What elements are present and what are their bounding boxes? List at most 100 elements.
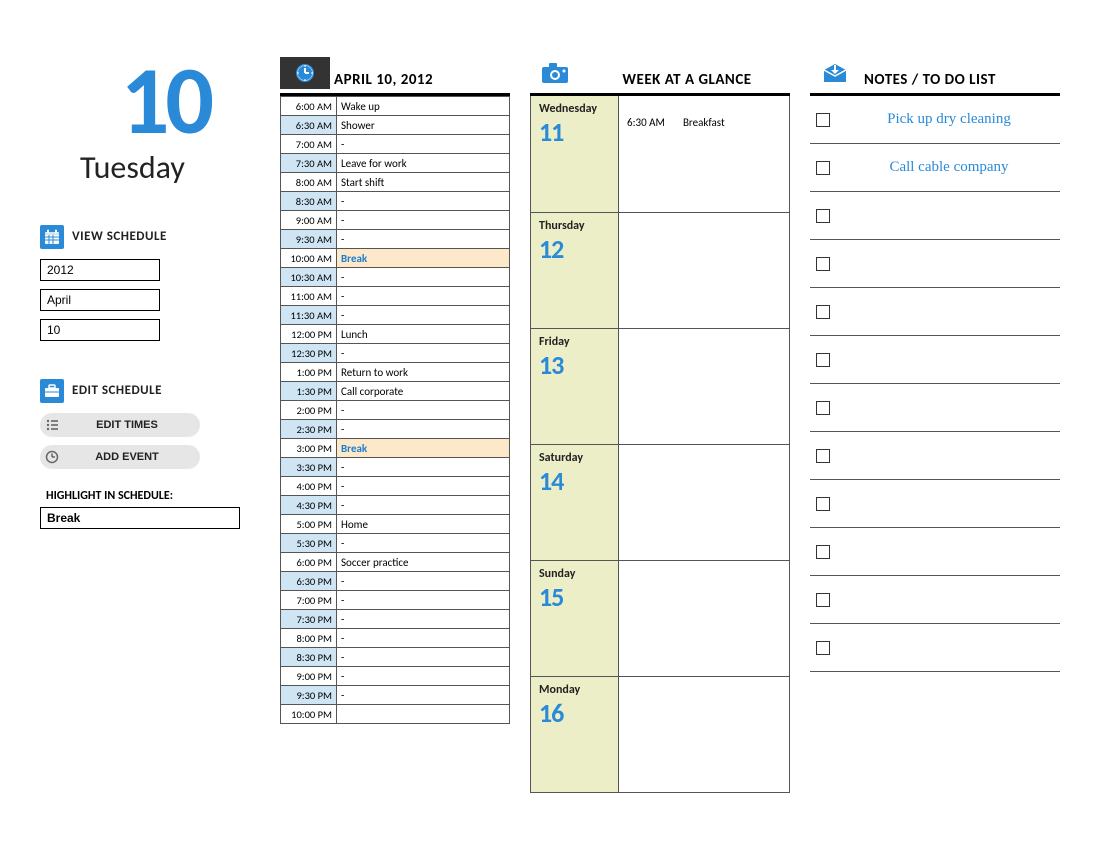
week-day-name: Monday — [539, 683, 610, 697]
week-row: Friday13 — [531, 328, 789, 444]
schedule-time: 5:30 PM — [281, 534, 337, 553]
week-event-cell[interactable] — [619, 677, 789, 792]
month-input[interactable] — [40, 289, 160, 311]
schedule-row: 4:00 PM- — [281, 477, 510, 496]
week-row: Monday16 — [531, 676, 789, 792]
add-event-button[interactable]: ADD EVENT — [40, 445, 200, 469]
schedule-event[interactable]: - — [337, 686, 510, 705]
note-text[interactable]: Pick up dry cleaning — [844, 111, 1054, 128]
schedule-event[interactable]: Soccer practice — [337, 553, 510, 572]
schedule-row: 8:30 AM- — [281, 192, 510, 211]
schedule-event[interactable]: - — [337, 135, 510, 154]
week-day-number: 14 — [539, 465, 610, 497]
schedule-row: 6:30 PM- — [281, 572, 510, 591]
edit-schedule-label: EDIT SCHEDULE — [72, 383, 162, 398]
note-checkbox[interactable] — [816, 401, 830, 415]
schedule-row: 7:30 AMLeave for work — [281, 154, 510, 173]
note-checkbox[interactable] — [816, 209, 830, 223]
schedule-row: 8:30 PM- — [281, 648, 510, 667]
schedule-row: 1:30 PMCall corporate — [281, 382, 510, 401]
schedule-event[interactable]: - — [337, 534, 510, 553]
week-day-name: Wednesday — [539, 102, 610, 116]
schedule-event[interactable]: - — [337, 306, 510, 325]
week-body: Wednesday116:30 AMBreakfastThursday12Fri… — [530, 96, 790, 793]
schedule-event[interactable]: - — [337, 192, 510, 211]
schedule-event[interactable]: - — [337, 629, 510, 648]
edit-times-label: EDIT TIMES — [64, 419, 200, 431]
note-checkbox[interactable] — [816, 449, 830, 463]
note-text[interactable]: Call cable company — [844, 159, 1054, 176]
schedule-event[interactable]: Leave for work — [337, 154, 510, 173]
note-checkbox[interactable] — [816, 305, 830, 319]
note-row: Pick up dry cleaning — [810, 96, 1060, 144]
note-checkbox[interactable] — [816, 641, 830, 655]
highlight-input[interactable] — [40, 507, 240, 529]
camera-icon — [530, 57, 580, 89]
schedule-event[interactable]: - — [337, 420, 510, 439]
schedule-event[interactable]: Break — [337, 249, 510, 268]
schedule-row: 9:30 AM- — [281, 230, 510, 249]
schedule-event[interactable]: - — [337, 496, 510, 515]
schedule-event[interactable]: - — [337, 268, 510, 287]
edit-times-button[interactable]: EDIT TIMES — [40, 413, 200, 437]
schedule-event[interactable]: - — [337, 648, 510, 667]
schedule-event[interactable]: - — [337, 572, 510, 591]
note-row — [810, 384, 1060, 432]
schedule-row: 6:30 AMShower — [281, 116, 510, 135]
edit-schedule-section: EDIT SCHEDULE — [40, 379, 250, 403]
week-day-cell: Saturday14 — [531, 445, 619, 560]
highlight-label: HIGHLIGHT IN SCHEDULE: — [40, 489, 250, 503]
day-input[interactable] — [40, 319, 160, 341]
week-event-time: 6:30 AM — [627, 116, 665, 129]
schedule-time: 6:00 PM — [281, 553, 337, 572]
week-event-cell[interactable] — [619, 329, 789, 444]
schedule-row: 10:30 AM- — [281, 268, 510, 287]
schedule-event[interactable]: Home — [337, 515, 510, 534]
week-event-cell[interactable] — [619, 445, 789, 560]
schedule-time: 4:00 PM — [281, 477, 337, 496]
schedule-event[interactable]: - — [337, 287, 510, 306]
schedule-event[interactable]: - — [337, 458, 510, 477]
schedule-row: 1:00 PMReturn to work — [281, 363, 510, 382]
schedule-event[interactable]: Call corporate — [337, 382, 510, 401]
note-checkbox[interactable] — [816, 593, 830, 607]
schedule-event[interactable]: - — [337, 610, 510, 629]
schedule-time: 8:30 AM — [281, 192, 337, 211]
schedule-event[interactable]: Lunch — [337, 325, 510, 344]
schedule-event[interactable]: - — [337, 211, 510, 230]
note-checkbox[interactable] — [816, 353, 830, 367]
note-checkbox[interactable] — [816, 113, 830, 127]
week-day-name: Sunday — [539, 567, 610, 581]
note-checkbox[interactable] — [816, 497, 830, 511]
schedule-time: 8:00 PM — [281, 629, 337, 648]
schedule-event[interactable]: - — [337, 591, 510, 610]
schedule-event[interactable]: - — [337, 477, 510, 496]
schedule-event[interactable]: Start shift — [337, 173, 510, 192]
notes-body: Pick up dry cleaning Call cable company — [810, 96, 1060, 672]
schedule-row: 7:30 PM- — [281, 610, 510, 629]
schedule-event[interactable]: - — [337, 667, 510, 686]
note-checkbox[interactable] — [816, 161, 830, 175]
schedule-event[interactable]: Wake up — [337, 97, 510, 116]
schedule-event[interactable]: - — [337, 230, 510, 249]
note-checkbox[interactable] — [816, 545, 830, 559]
note-row — [810, 480, 1060, 528]
schedule-event[interactable] — [337, 705, 510, 724]
schedule-time: 3:30 PM — [281, 458, 337, 477]
schedule-event[interactable]: Shower — [337, 116, 510, 135]
week-day-number: 13 — [539, 349, 610, 381]
note-row — [810, 528, 1060, 576]
week-event-cell[interactable] — [619, 213, 789, 328]
schedule-event[interactable]: Break — [337, 439, 510, 458]
calendar-icon — [40, 225, 64, 249]
schedule-event[interactable]: - — [337, 401, 510, 420]
note-checkbox[interactable] — [816, 257, 830, 271]
schedule-event[interactable]: Return to work — [337, 363, 510, 382]
schedule-event[interactable]: - — [337, 344, 510, 363]
week-day-cell: Monday16 — [531, 677, 619, 792]
week-day-number: 12 — [539, 233, 610, 265]
week-event-cell[interactable] — [619, 561, 789, 676]
year-input[interactable] — [40, 259, 160, 281]
week-column: WEEK AT A GLANCE Wednesday116:30 AMBreak… — [530, 60, 790, 793]
week-event-cell[interactable]: 6:30 AMBreakfast — [619, 96, 789, 212]
